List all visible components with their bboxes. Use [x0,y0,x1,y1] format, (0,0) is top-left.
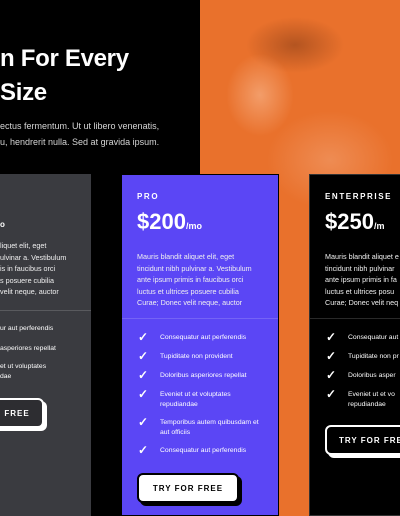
feature-line: aut officiis [160,429,191,436]
price-period: /m [373,221,385,231]
pricing-card-enterprise: ENTERPRISE $250/m Mauris blandit aliquet… [309,174,400,516]
feature-item: Tupiditate non pr [348,353,399,360]
check-icon: ✓ [138,330,149,344]
headline-line-2: Size [0,79,47,106]
desc-line: liquet elit, eget [0,241,47,250]
feature-item: Consequatur aut [348,334,399,341]
desc-line: velit neque, auctor [0,287,59,296]
check-icon: ✓ [326,368,337,382]
feature-item: Doloribus asperiores repellat [160,372,247,379]
hero-subtext: ectus fermentum. Ut ut libero venenatis,… [0,118,190,150]
plan-price: $250/m [325,209,384,235]
divider [0,310,91,311]
feature-line: repudiandae [160,401,198,408]
try-free-button[interactable]: TRY FOR FREE [137,473,239,503]
desc-line: ulvinar a. Vestibulum [0,252,67,262]
divider [310,318,400,319]
desc-line: is in faucibus orci [0,264,56,273]
feature-item: Tupiditate non provident [160,353,233,360]
plan-description: Mauris blandit aliquet e tincidunt nibh … [325,251,399,309]
check-icon: ✓ [138,387,149,401]
feature-item: dae [0,373,12,380]
plan-description: liquet elit, eget ulvinar a. Vestibulum … [0,240,66,298]
pricing-card-basic: o liquet elit, eget ulvinar a. Vestibulu… [0,174,91,516]
price-period: /mo [185,221,202,231]
desc-line: ante ipsum primis in fa [325,275,397,284]
desc-line: tincidunt nibh pulvinar [325,263,395,273]
check-icon: ✓ [138,368,149,382]
feature-item: Eveniet ut et vo repudiandae [348,390,395,410]
cta-label: TRY FOR FREE [152,483,224,493]
divider [122,318,278,319]
check-icon: ✓ [326,330,337,344]
check-icon: ✓ [138,349,149,363]
subtext-line-1: ectus fermentum. Ut ut libero venenatis, [0,121,160,131]
price-amount: $250 [325,209,374,234]
feature-item: Doloribus asper [348,372,396,379]
desc-line: ante ipsum primis in faucibus orci [137,275,244,284]
check-icon: ✓ [326,387,337,401]
desc-line: Mauris blandit aliquet e [325,252,399,261]
feature-line: repudiandae [348,401,386,408]
desc-line: luctus et ultrices posu [325,286,395,296]
desc-line: Curae; Donec velit neque, auctor [137,298,243,307]
plan-description: Mauris blandit aliquet elit, eget tincid… [137,251,252,309]
try-free-button[interactable]: FREE [0,398,44,428]
feature-line: Eveniet ut et vo [348,391,395,398]
feature-item: asperiores repellat [0,345,56,352]
check-icon: ✓ [138,415,149,429]
cta-label: FREE [4,408,30,418]
feature-item: Consequatur aut perferendis [160,334,247,341]
check-icon: ✓ [138,443,149,457]
cta-label: TRY FOR FREE [339,435,400,445]
feature-item: Temporibus autem quibusdam et aut offici… [160,418,259,438]
feature-item: ur aut perferendis [0,325,54,332]
check-icon: ✓ [326,349,337,363]
try-free-button[interactable]: TRY FOR FREE [325,425,400,455]
feature-line: Eveniet ut et voluptates [160,391,231,398]
pricing-card-pro: PRO $200/mo Mauris blandit aliquet elit,… [121,174,279,516]
feature-item: Eveniet ut et voluptates repudiandae [160,390,231,410]
feature-item: Consequatur aut perferendis [160,447,247,454]
subtext-line-2: u, hendrerit nulla. Sed at gravida ipsum… [0,137,160,147]
feature-item: et ut voluptates [0,363,47,370]
page-title: n For Every Size [0,42,129,110]
desc-line: Curae; Donec velit neq [325,298,399,307]
plan-name: o [0,220,7,229]
desc-line: luctus et ultrices posuere cubilia [137,286,239,296]
desc-line: Mauris blandit aliquet elit, eget [137,252,235,261]
desc-line: tincidunt nibh pulvinar a. Vestibulum [137,263,252,273]
desc-line: s posuere cubilia [0,275,54,285]
feature-line: Temporibus autem quibusdam et [160,419,259,426]
plan-name: PRO [137,192,160,201]
headline-line-1: n For Every [0,45,129,72]
price-amount: $200 [137,209,186,234]
plan-name: ENTERPRISE [325,192,393,201]
plan-price: $200/mo [137,209,202,235]
